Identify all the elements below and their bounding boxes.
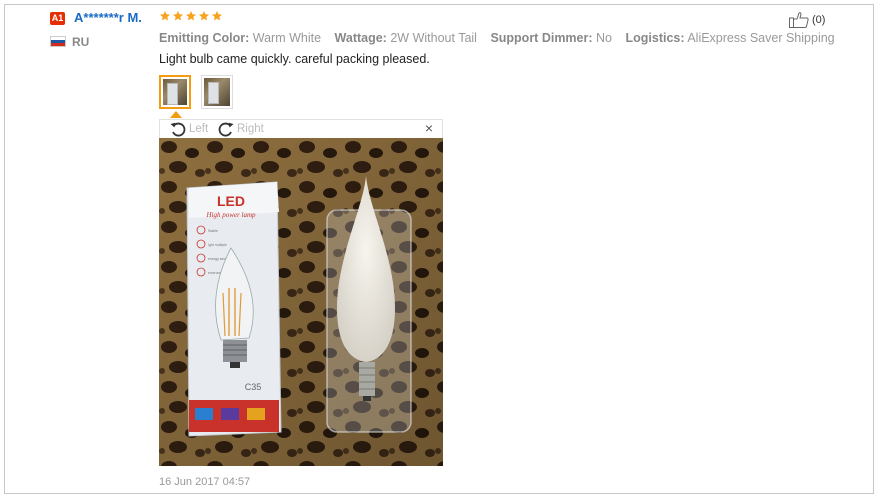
helpful-button[interactable]: (0) bbox=[789, 11, 825, 28]
box-subtitle-text: High power lamp bbox=[206, 211, 257, 219]
svg-text:Stable: Stable bbox=[208, 229, 218, 233]
reviewer-name: A*******r M. bbox=[74, 10, 142, 25]
review-text: Light bulb came quickly. careful packing… bbox=[159, 52, 430, 66]
product-box: LED High power lamp Stable Ight multiple… bbox=[186, 181, 282, 437]
review-image-thumbnail[interactable] bbox=[159, 75, 191, 109]
review-image-thumbnail[interactable] bbox=[201, 75, 233, 109]
image-viewer-toolbar: Left Right × bbox=[159, 119, 443, 138]
buyer-level-badge: A1 bbox=[50, 12, 65, 25]
box-model-text: C35 bbox=[245, 382, 262, 392]
attribute-logistics: Logistics: AliExpress Saver Shipping bbox=[625, 31, 835, 45]
review-timestamp: 16 Jun 2017 04:57 bbox=[159, 476, 251, 488]
rotate-right-icon bbox=[218, 122, 234, 137]
attribute-emitting-color: Emitting Color: Warm White bbox=[159, 31, 322, 45]
helpful-count: (0) bbox=[812, 13, 826, 26]
star-icon bbox=[160, 11, 170, 21]
rotate-right-button[interactable]: Right bbox=[217, 121, 264, 137]
selected-thumbnail-caret bbox=[170, 111, 182, 118]
close-icon[interactable]: × bbox=[425, 120, 433, 137]
thumbs-up-icon bbox=[789, 12, 809, 28]
star-icon bbox=[173, 11, 183, 21]
star-icon bbox=[186, 11, 196, 21]
review-photo: LED High power lamp Stable Ight multiple… bbox=[159, 138, 443, 466]
reviewer-country: RU bbox=[72, 35, 90, 49]
star-rating bbox=[159, 10, 223, 22]
rotate-left-icon bbox=[170, 122, 186, 137]
star-icon bbox=[199, 11, 209, 21]
rotate-left-button[interactable]: Left bbox=[169, 121, 208, 137]
star-icon bbox=[212, 11, 222, 21]
russia-flag-icon bbox=[50, 36, 66, 47]
attribute-support-dimmer: Support Dimmer: No bbox=[490, 31, 612, 45]
svg-text:Ight multiple: Ight multiple bbox=[208, 243, 227, 247]
attribute-wattage: Wattage: 2W Without Tail bbox=[334, 31, 477, 45]
order-attributes: Emitting Color: Warm White Wattage: 2W W… bbox=[159, 31, 845, 45]
blister-pack bbox=[326, 176, 412, 433]
box-brand-text: LED bbox=[217, 193, 245, 209]
